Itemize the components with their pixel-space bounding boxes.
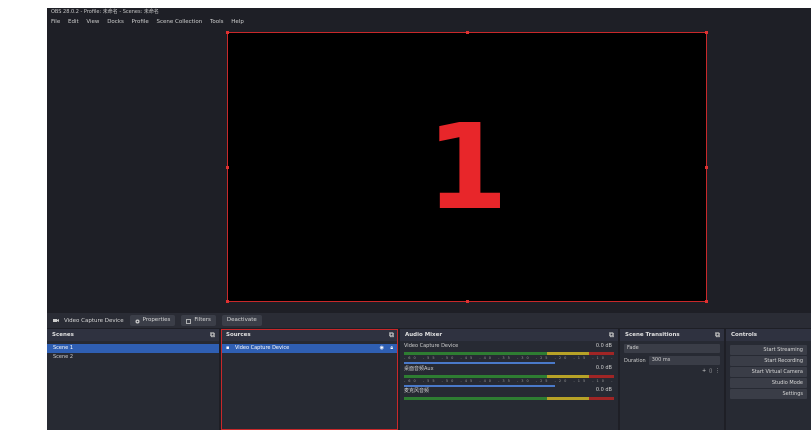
sources-highlight <box>221 329 398 430</box>
menu-edit[interactable]: Edit <box>68 19 79 25</box>
resize-handle[interactable] <box>705 300 708 303</box>
transition-row: Fade <box>624 344 720 353</box>
menu-bar: File Edit View Docks Profile Scene Colle… <box>47 17 811 28</box>
start-virtual-camera-button[interactable]: Start Virtual Camera <box>730 367 807 377</box>
preview-canvas[interactable]: 1 <box>226 31 708 303</box>
transitions-dock: Scene Transitions ⧉ Fade Duration 300 ms… <box>620 329 724 430</box>
resize-handle[interactable] <box>226 166 229 169</box>
undock-icon[interactable]: ⧉ <box>210 329 215 341</box>
gear-icon <box>135 318 140 324</box>
mixer-title: Audio Mixer <box>405 332 443 338</box>
controls-dock: Controls Start Streaming Start Recording… <box>726 329 811 430</box>
channel-db: 0.0 dB <box>595 387 612 393</box>
scene-item[interactable]: Scene 2 <box>47 353 219 362</box>
filters-button[interactable]: Filters <box>181 315 216 326</box>
menu-view[interactable]: View <box>86 19 99 25</box>
resize-handle[interactable] <box>705 166 708 169</box>
channel-name: Video Capture Device <box>404 343 459 349</box>
mixer-channel: Video Capture Device 0.0 dB -60 -55 -50 … <box>400 341 618 364</box>
volume-meter <box>404 375 614 378</box>
mixer-channel: 桌面音频Aux 0.0 dB -60 -55 -50 -45 -40 -35 -… <box>400 363 618 387</box>
transitions-dock-header: Scene Transitions ⧉ <box>620 329 724 341</box>
volume-meter <box>404 352 614 355</box>
settings-button[interactable]: Settings <box>730 389 807 399</box>
scenes-title: Scenes <box>52 332 74 338</box>
add-icon[interactable]: + <box>702 368 706 374</box>
meter-ticks: -60 -55 -50 -45 -40 -35 -30 -25 -20 -15 … <box>404 379 614 383</box>
channel-db: 0.0 dB <box>595 365 612 371</box>
preview-area: 1 <box>47 28 811 313</box>
menu-profile[interactable]: Profile <box>132 19 149 25</box>
obs-window: OBS 28.0.2 - Profile: 未命名 - Scenes: 未命名 … <box>47 8 811 430</box>
audio-mixer-dock: Audio Mixer ⧉ Video Capture Device 0.0 d… <box>400 329 618 430</box>
channel-name: 麦克风音频 <box>404 388 430 394</box>
resize-handle[interactable] <box>226 31 229 34</box>
mixer-dock-header: Audio Mixer ⧉ <box>400 329 618 341</box>
selected-source-name: Video Capture Device <box>64 317 124 324</box>
transition-actions: + ▯ ⋮ <box>624 368 720 374</box>
duration-row: Duration 300 ms <box>624 356 720 365</box>
scenes-dock-header: Scenes ⧉ <box>47 329 219 341</box>
start-streaming-button[interactable]: Start Streaming <box>730 345 807 355</box>
filters-label: Filters <box>194 317 211 323</box>
undock-icon[interactable]: ⧉ <box>609 329 614 341</box>
deactivate-button[interactable]: Deactivate <box>221 315 262 326</box>
dock-area: Scenes ⧉ Scene 1 Scene 2 Sources ⧉ ▪ Vid… <box>47 329 811 430</box>
scenes-dock: Scenes ⧉ Scene 1 Scene 2 <box>47 329 219 430</box>
resize-handle[interactable] <box>466 31 469 34</box>
camera-icon <box>53 318 59 323</box>
volume-meter <box>404 397 614 400</box>
undock-icon[interactable]: ⧉ <box>715 329 720 341</box>
start-recording-button[interactable]: Start Recording <box>730 356 807 366</box>
resize-handle[interactable] <box>466 300 469 303</box>
trash-icon[interactable]: ▯ <box>709 368 712 374</box>
source-toolbar: Video Capture Device Properties Filters … <box>47 313 811 328</box>
menu-file[interactable]: File <box>51 19 60 25</box>
controls-dock-header: Controls <box>726 329 811 341</box>
window-title: OBS 28.0.2 - Profile: 未命名 - Scenes: 未命名 <box>51 9 159 15</box>
more-icon[interactable]: ⋮ <box>715 368 720 374</box>
scene-item[interactable]: Scene 1 <box>47 344 219 353</box>
duration-label: Duration <box>624 357 646 364</box>
controls-title: Controls <box>731 332 758 338</box>
transitions-title: Scene Transitions <box>625 332 680 338</box>
menu-help[interactable]: Help <box>231 19 244 25</box>
menu-tools[interactable]: Tools <box>210 19 224 25</box>
properties-button[interactable]: Properties <box>129 315 176 326</box>
transition-select[interactable]: Fade <box>624 344 720 353</box>
menu-scene-collection[interactable]: Scene Collection <box>156 19 202 25</box>
resize-handle[interactable] <box>226 300 229 303</box>
canvas-number: 1 <box>425 98 509 236</box>
filter-icon <box>186 318 192 324</box>
properties-label: Properties <box>142 317 171 323</box>
resize-handle[interactable] <box>705 31 708 34</box>
channel-name: 桌面音频Aux <box>404 366 434 372</box>
duration-input[interactable]: 300 ms <box>648 356 720 365</box>
studio-mode-button[interactable]: Studio Mode <box>730 378 807 388</box>
menu-docks[interactable]: Docks <box>107 19 124 25</box>
mixer-channel: 麦克风音频 0.0 dB <box>400 385 618 407</box>
channel-db: 0.0 dB <box>595 343 612 349</box>
meter-ticks: -60 -55 -50 -45 -40 -35 -30 -25 -20 -15 … <box>404 356 614 360</box>
